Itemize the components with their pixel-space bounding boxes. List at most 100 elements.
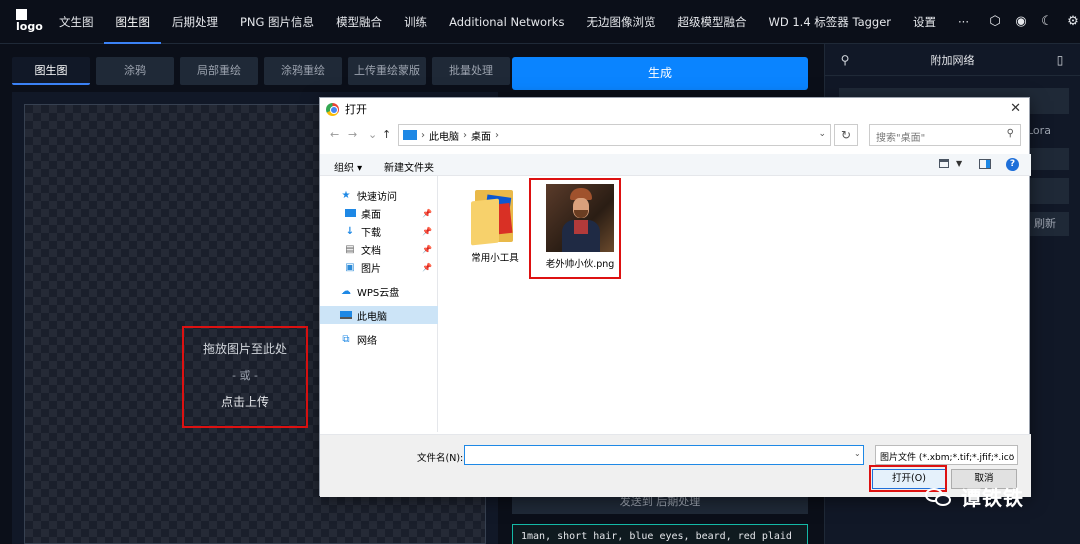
panel-title: 附加网络 [930,53,975,67]
subtab-inpaint[interactable]: 局部重绘 [180,57,258,85]
pin-icon: 📌 [422,262,432,272]
tab-additional-networks[interactable]: Additional Networks [438,0,575,44]
search-input[interactable]: 搜索"桌面" ⚲ [869,124,1021,146]
logo-image-icon [16,8,27,20]
subtab-batch[interactable]: 批量处理 [432,57,510,85]
desktop-icon [344,207,356,219]
breadcrumb-sep-icon: › [495,129,499,141]
nav-documents[interactable]: ▤ 文档 📌 [320,240,438,258]
logo-text: logo [16,19,43,33]
close-icon[interactable]: ✕ [1010,101,1021,116]
filename-dropdown-icon[interactable]: ⌄ [854,449,861,458]
nav-wps-cloud[interactable]: ☁ WPS云盘 [320,282,438,300]
top-nav: logo 文生图 图生图 后期处理 PNG 图片信息 模型融合 训练 Addit… [0,0,1080,44]
tab-txt2img[interactable]: 文生图 [48,0,105,44]
nav-network[interactable]: ⧉ 网络 [320,330,438,348]
logo: logo [0,0,48,44]
nav-label: 此电脑 [357,311,387,323]
help-icon[interactable]: ? [1006,158,1019,171]
chrome-icon [326,102,339,116]
pin-icon: 📌 [422,226,432,236]
new-folder-button[interactable]: 新建文件夹 [384,159,434,174]
nav-downloads[interactable]: ↓ 下载 📌 [320,222,438,240]
filename-label: 文件名(N): [417,453,464,464]
tab-tagger[interactable]: WD 1.4 标签器 Tagger [757,0,902,44]
collapse-icon[interactable]: ▯ [1040,53,1080,67]
address-dropdown-icon[interactable]: ⌄ [818,129,826,139]
address-row: ← → ⌄ ↑ › 此电脑 › 桌面 › ⌄ ↻ 搜索"桌面" ⚲ [320,124,1031,148]
nav-label: 图片 [361,263,381,275]
github-icon[interactable]: ◉ [1014,14,1028,29]
img2img-subtabs: 图生图 涂鸦 局部重绘 涂鸦重绘 上传重绘蒙版 批量处理 [12,57,510,85]
preview-pane-icon[interactable] [979,159,991,169]
upload-dropzone[interactable]: 拖放图片至此处 - 或 - 点击上传 [182,326,308,428]
drop-hint: 拖放图片至此处 [202,342,287,356]
moon-icon[interactable]: ☾ [1040,14,1054,29]
nav-label: 文档 [361,245,381,257]
nav-label: 下载 [361,227,381,239]
filetype-select[interactable]: 图片文件 (*.xbm;*.tif;*.jfif;*.ico [875,445,1018,465]
search-icon: ⚲ [1006,128,1014,139]
nav-label: WPS云盘 [357,287,400,299]
history-dropdown-icon[interactable]: ⌄ [368,128,377,141]
watermark-text: 谭铁铁 [961,486,1024,510]
watermark: 谭铁铁 [925,482,1024,511]
view-dropdown-icon[interactable]: ▼ [956,159,962,168]
download-icon: ↓ [345,225,355,237]
tab-img2img[interactable]: 图生图 [104,0,161,44]
breadcrumb-desktop[interactable]: 桌面 [471,128,491,143]
nav-quick-access[interactable]: ★ 快速访问 [320,186,438,204]
subtab-inpaint-sketch[interactable]: 涂鸦重绘 [264,57,342,85]
organize-menu[interactable]: 组织 ▾ [334,159,362,174]
back-arrow-icon[interactable]: ← [330,128,339,141]
open-file-dialog: 打开 ✕ ← → ⌄ ↑ › 此电脑 › 桌面 › ⌄ ↻ 搜索"桌面" ⚲ 组… [319,97,1031,497]
or-separator: - 或 - [232,369,258,382]
view-mode-icon[interactable] [939,159,949,168]
breadcrumb-this-pc[interactable]: 此电脑 [429,128,459,143]
generate-button[interactable]: 生成 [512,57,808,90]
panel-header: ⚲ 附加网络 ▯ [825,44,1080,76]
address-bar[interactable]: › 此电脑 › 桌面 › ⌄ [398,124,831,146]
pin-icon: 📌 [422,244,432,254]
nav-this-pc[interactable]: 此电脑 [320,306,438,324]
subtab-inpaint-upload[interactable]: 上传重绘蒙版 [348,57,426,85]
tab-postprocess[interactable]: 后期处理 [161,0,229,44]
nav-label: 桌面 [361,209,381,221]
subtab-sketch[interactable]: 涂鸦 [96,57,174,85]
folder-icon [471,186,519,246]
up-arrow-icon[interactable]: ↑ [382,128,391,141]
command-bar: 组织 ▾ 新建文件夹 ▼ ? [320,154,1031,176]
selected-file-highlight [529,178,621,279]
filename-input[interactable] [464,445,864,465]
file-name: 常用小工具 [471,253,519,264]
click-upload-label[interactable]: 点击上传 [184,393,306,410]
folder-item[interactable]: 常用小工具 [460,186,530,264]
gear-icon[interactable]: ⚙ [1066,14,1080,29]
nav-desktop[interactable]: 桌面 📌 [320,204,438,222]
tab-settings[interactable]: 设置 [902,0,947,44]
more-tabs-button[interactable]: ··· [947,0,980,44]
tab-super-merge[interactable]: 超级模型融合 [666,0,757,44]
theme-icon[interactable]: ⬡ [988,14,1002,29]
nav-label: 网络 [357,335,377,347]
computer-icon [340,309,352,321]
subtab-img2img[interactable]: 图生图 [12,57,90,85]
breadcrumb-sep-icon: › [463,129,467,141]
navigation-pane: ★ 快速访问 桌面 📌 ↓ 下载 📌 ▤ 文档 📌 ▣ 图片 📌 ☁ WPS云盘 [320,176,438,432]
refresh-icon[interactable]: ↻ [834,124,858,146]
prompt-output[interactable]: 1man, short hair, blue eyes, beard, red … [512,524,808,544]
wechat-icon [925,486,953,508]
pin-icon[interactable]: ⚲ [825,53,865,67]
filetype-dropdown-icon[interactable]: ⌄ [1008,449,1015,458]
nav-pictures[interactable]: ▣ 图片 📌 [320,258,438,276]
pin-icon: 📌 [422,208,432,218]
tab-png-info[interactable]: PNG 图片信息 [229,0,325,44]
cloud-icon: ☁ [341,285,351,297]
forward-arrow-icon[interactable]: → [348,128,357,141]
dialog-title: 打开 [345,103,367,116]
tab-model-merge[interactable]: 模型融合 [325,0,393,44]
tab-image-browser[interactable]: 无边图像浏览 [575,0,666,44]
tab-train[interactable]: 训练 [393,0,438,44]
picture-icon: ▣ [345,261,355,273]
breadcrumb-sep-icon: › [421,129,425,141]
